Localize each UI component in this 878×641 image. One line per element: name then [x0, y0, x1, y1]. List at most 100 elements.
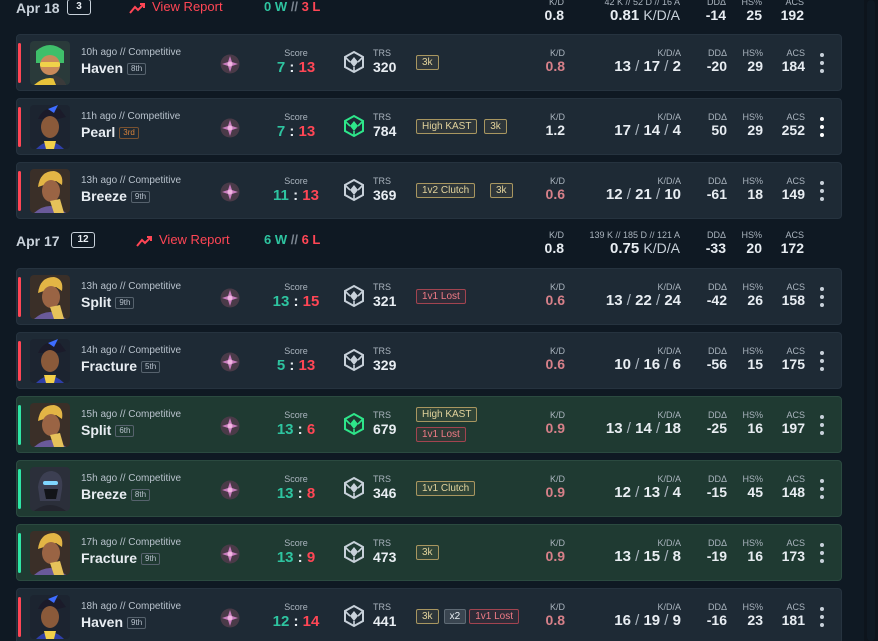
kd-stat: K/D 0.8: [527, 602, 565, 629]
match-row[interactable]: 13h ago // Competitive Breeze 9th Score 11 :…: [16, 162, 842, 219]
acs-stat-value: 175: [781, 356, 805, 372]
kda-stat: K/D/A 13 / 17 / 2: [577, 48, 681, 75]
loss-indicator: [18, 341, 21, 381]
match-row[interactable]: 10h ago // Competitive Haven 8th Score 7 : 1…: [16, 34, 842, 91]
trs-label: TRS: [373, 346, 391, 356]
more-options-icon[interactable]: [816, 114, 828, 140]
map-name: Split: [81, 294, 112, 310]
trs-score: TRS 320: [373, 48, 396, 77]
hs-stat: HS% 23: [733, 602, 763, 629]
badge-3k: 3k: [416, 55, 439, 70]
deaths: 14: [635, 420, 652, 437]
score-separator: :: [285, 59, 299, 76]
kd-stat-label: K/D: [549, 176, 565, 186]
score-values: 11 : 13: [262, 186, 330, 205]
kd-stat-label: K/D: [549, 602, 565, 612]
enemy-score: 13: [298, 59, 316, 76]
day-acs-value: 192: [780, 7, 804, 23]
day-hs: HS% 25: [732, 0, 762, 24]
score-values: 5 : 13: [262, 356, 330, 375]
trs-value: 320: [373, 59, 397, 75]
team-score: 13: [276, 485, 294, 502]
day-kda-unit: K/D/A: [643, 240, 680, 256]
acs-stat: ACS 252: [767, 112, 805, 139]
score-values: 13 : 8: [262, 484, 330, 503]
view-report-link[interactable]: View Report: [136, 232, 230, 247]
assists: 24: [664, 292, 681, 309]
view-report-link[interactable]: View Report: [129, 0, 223, 14]
hs-stat: HS% 15: [733, 346, 763, 373]
score-label: Score: [284, 346, 308, 356]
more-options-icon[interactable]: [816, 412, 828, 438]
day-hs: HS% 20: [732, 230, 762, 257]
match-score: Score 12 : 14: [262, 602, 330, 631]
trs-rank-icon: [342, 604, 366, 628]
match-row[interactable]: 15h ago // Competitive Breeze 8th Score 13 :…: [16, 460, 842, 517]
scrollbar-thumb[interactable]: [867, 0, 875, 641]
match-score: Score 13 : 8: [262, 474, 330, 503]
badge-1v2-clutch: 1v2 Clutch: [416, 183, 476, 198]
map-name: Fracture: [81, 550, 138, 566]
trs-score: TRS 784: [373, 112, 396, 141]
rank-icon: [220, 118, 240, 138]
more-options-icon[interactable]: [816, 178, 828, 204]
trs-value: 321: [373, 293, 397, 309]
more-options-icon[interactable]: [816, 476, 828, 502]
more-options-icon[interactable]: [816, 348, 828, 374]
match-time-mode: 10h ago // Competitive: [81, 47, 182, 58]
score-label: Score: [284, 48, 308, 58]
match-row[interactable]: 15h ago // Competitive Split 6th Score 13 : …: [16, 396, 842, 453]
score-values: 13 : 15: [262, 292, 330, 311]
rank-icon: [220, 288, 240, 308]
kda-label: K/D/A: [657, 282, 681, 292]
scrollbar[interactable]: [864, 0, 878, 641]
hs-stat-value: 26: [747, 292, 763, 308]
day-kda: 42 K // 52 D // 16 A 0.81 K/D/A: [556, 0, 680, 24]
score-values: 7 : 13: [262, 58, 330, 77]
match-score: Score 13 : 6: [262, 410, 330, 439]
match-score: Score 13 : 9: [262, 538, 330, 567]
more-options-icon[interactable]: [816, 604, 828, 630]
map-name: Breeze: [81, 486, 127, 502]
kd-stat-value: 1.2: [545, 122, 565, 138]
score-label: Score: [284, 410, 308, 420]
trs-score: TRS 679: [373, 410, 396, 439]
menu-dot: [820, 287, 824, 291]
acs-stat-label: ACS: [786, 176, 805, 186]
more-options-icon[interactable]: [816, 284, 828, 310]
map-line: Breeze 8th: [81, 486, 181, 504]
trs-value: 784: [373, 123, 397, 139]
acs-stat: ACS 175: [767, 346, 805, 373]
day-header: Apr 18 3 View Report 0 W // 3 L K/D 0.8 42 K /…: [16, 0, 842, 24]
team-score: 7: [276, 123, 286, 140]
enemy-score: 13: [302, 187, 319, 204]
match-time-mode: 18h ago // Competitive: [81, 601, 182, 612]
loss-indicator: [18, 597, 21, 637]
trs-score: TRS 321: [373, 282, 396, 311]
match-row[interactable]: 17h ago // Competitive Fracture 9th Score 13…: [16, 524, 842, 581]
match-count-badge: 12: [71, 232, 95, 248]
kda-stat: K/D/A 13 / 15 / 8: [577, 538, 681, 565]
placement-badge: 5th: [141, 361, 161, 373]
menu-dot: [820, 181, 824, 185]
hs-stat-value: 29: [747, 122, 763, 138]
hs-stat: HS% 18: [733, 176, 763, 203]
more-options-icon[interactable]: [816, 50, 828, 76]
hs-stat-value: 16: [747, 548, 763, 564]
trend-chart-icon: [136, 236, 152, 247]
match-row[interactable]: 18h ago // Competitive Haven 9th Score 12 : …: [16, 588, 842, 641]
hs-stat-label: HS%: [742, 410, 763, 420]
score-label: Score: [284, 538, 308, 548]
trs-label: TRS: [373, 538, 391, 548]
match-row[interactable]: 11h ago // Competitive Pearl 3rd Score 7 : 1…: [16, 98, 842, 155]
badge-1v1-lost: 1v1 Lost: [416, 427, 466, 442]
match-row[interactable]: 13h ago // Competitive Split 9th Score 13 : …: [16, 268, 842, 325]
badge-3k: 3k: [416, 609, 439, 624]
badge-1v1-clutch: 1v1 Clutch: [416, 481, 476, 496]
day-acs: ACS 192: [766, 0, 804, 24]
match-row[interactable]: 14h ago // Competitive Fracture 5th Score 5 …: [16, 332, 842, 389]
score-values: 13 : 9: [262, 548, 330, 567]
trs-label: TRS: [373, 602, 391, 612]
trs-label: TRS: [373, 474, 391, 484]
more-options-icon[interactable]: [816, 540, 828, 566]
